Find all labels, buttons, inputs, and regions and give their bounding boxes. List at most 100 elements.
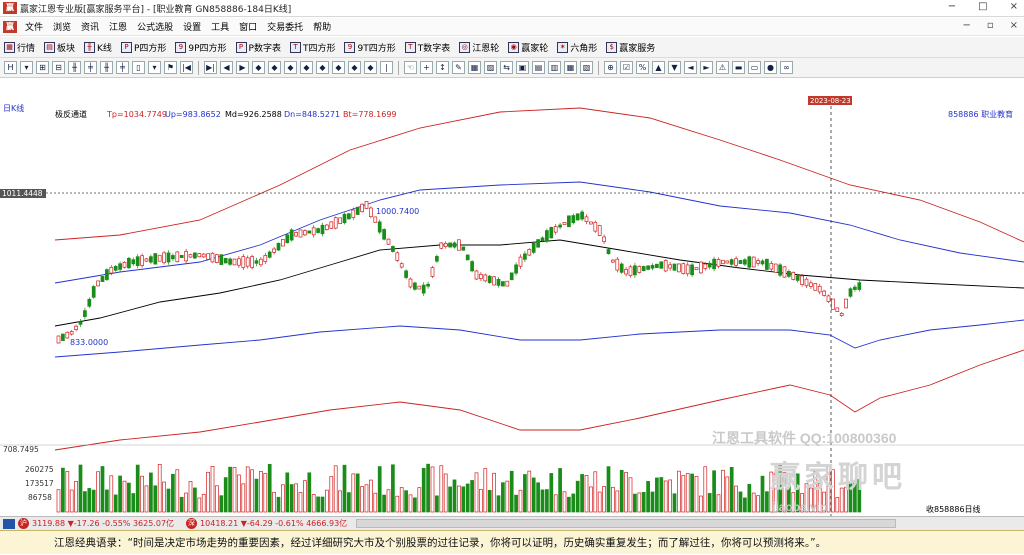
draw-tool-button[interactable]: ▦: [564, 61, 577, 74]
draw-tool-button[interactable]: ⚠: [716, 61, 729, 74]
menu-help[interactable]: 帮助: [308, 20, 336, 33]
menu-browse[interactable]: 浏览: [48, 20, 76, 33]
draw-tool-button[interactable]: H: [4, 61, 17, 74]
toolbar-9t-square-button[interactable]: 9 9T四方形: [344, 41, 396, 54]
draw-tool-button[interactable]: ◆: [316, 61, 329, 74]
menu-gann[interactable]: 江恩: [104, 20, 132, 33]
draw-tool-button[interactable]: ◆: [332, 61, 345, 74]
status-scrollbar[interactable]: [356, 519, 896, 528]
toolbar-quotes-button[interactable]: ▦ 行情: [4, 41, 35, 54]
draw-tool-button[interactable]: ◆: [364, 61, 377, 74]
draw-tool-button[interactable]: ►: [700, 61, 713, 74]
volume-bar: [655, 477, 659, 513]
menu-trade[interactable]: 交易委托: [262, 20, 308, 33]
kline-chart[interactable]: 日K线 极反通道 Tp=1034.7749 Up=983.8652 Md=926…: [0, 78, 1024, 516]
draw-tool-button[interactable]: +: [420, 61, 433, 74]
volume-bar: [729, 467, 734, 513]
volume-axis-3: 86758: [28, 493, 52, 502]
draw-tool-button[interactable]: ⊞: [36, 61, 49, 74]
toolbar-service-button[interactable]: $ 赢家服务: [606, 41, 655, 54]
draw-tool-button[interactable]: ▾: [20, 61, 33, 74]
draw-tool-button[interactable]: ▧: [580, 61, 593, 74]
draw-tool-button[interactable]: ╪: [84, 61, 97, 74]
maximize-button[interactable]: □: [978, 1, 987, 12]
toolbar-gann-wheel-button[interactable]: ◎ 江恩轮: [459, 41, 499, 54]
sh-index-value[interactable]: 3119.88 ▼-17.26 -0.55% 3625.07亿: [32, 518, 174, 529]
draw-tool-button[interactable]: ⇆: [500, 61, 513, 74]
toolbar-p-table-button[interactable]: P P数字表: [235, 41, 281, 54]
menu-file[interactable]: 文件: [20, 20, 48, 33]
menu-window[interactable]: 窗口: [234, 20, 262, 33]
candle-body: [606, 249, 611, 255]
draw-tool-button[interactable]: ▣: [516, 61, 529, 74]
volume-bar: [501, 482, 505, 513]
draw-tool-button[interactable]: ╫: [68, 61, 81, 74]
draw-tool-button[interactable]: ☜: [404, 61, 417, 74]
child-close-button[interactable]: ×: [1010, 20, 1018, 31]
toolbar-9p-square-button[interactable]: 9 9P四方形: [175, 41, 227, 54]
draw-tool-button[interactable]: ∞: [780, 61, 793, 74]
candle-body: [496, 278, 501, 286]
menu-news[interactable]: 资讯: [76, 20, 104, 33]
draw-tool-button[interactable]: ▦: [468, 61, 481, 74]
draw-tool-button[interactable]: ◄: [684, 61, 697, 74]
draw-tool-button[interactable]: ⊟: [52, 61, 65, 74]
draw-tool-button[interactable]: ╪: [116, 61, 129, 74]
toolbar-p-square-button[interactable]: P P四方形: [120, 41, 166, 54]
draw-tool-button[interactable]: ✎: [452, 61, 465, 74]
draw-tool-button[interactable]: ▲: [652, 61, 665, 74]
draw-tool-button[interactable]: ▥: [548, 61, 561, 74]
draw-tool-button[interactable]: ◆: [268, 61, 281, 74]
menu-settings[interactable]: 设置: [178, 20, 206, 33]
toolbar-separator: [598, 60, 599, 75]
toolbar-sector-button[interactable]: ▤ 板块: [44, 41, 75, 54]
draw-tool-button[interactable]: ▶|: [204, 61, 217, 74]
draw-tool-button[interactable]: ↕: [436, 61, 449, 74]
volume-bar: [699, 495, 703, 513]
toolbar-winner-wheel-button[interactable]: ◉ 赢家轮: [508, 41, 548, 54]
volume-bar: [386, 489, 391, 513]
draw-tool-button[interactable]: ◀: [220, 61, 233, 74]
toolbar-t-table-button[interactable]: T T数字表: [404, 41, 451, 54]
draw-tool-button[interactable]: ◆: [300, 61, 313, 74]
draw-tool-button[interactable]: ▭: [748, 61, 761, 74]
candle-body: [848, 288, 853, 297]
draw-tool-button[interactable]: %: [636, 61, 649, 74]
candle-body: [853, 286, 857, 290]
draw-tool-button[interactable]: ╫: [100, 61, 113, 74]
draw-tool-button[interactable]: ▬: [732, 61, 745, 74]
sz-index-value[interactable]: 10418.21 ▼-64.29 -0.61% 4666.93亿: [200, 518, 347, 529]
minimize-button[interactable]: −: [948, 1, 956, 12]
draw-tool-button[interactable]: |: [380, 61, 393, 74]
candle-body: [536, 239, 540, 248]
draw-tool-button[interactable]: ⊕: [604, 61, 617, 74]
draw-tool-button[interactable]: ◆: [348, 61, 361, 74]
child-restore-button[interactable]: ▫: [987, 20, 994, 31]
close-button[interactable]: ×: [1010, 1, 1018, 12]
draw-tool-button[interactable]: ▼: [668, 61, 681, 74]
draw-tool-button[interactable]: ▤: [532, 61, 545, 74]
draw-tool-button[interactable]: ▨: [484, 61, 497, 74]
candle-body: [831, 298, 835, 310]
volume-bar: [637, 492, 642, 513]
candle-body: [307, 230, 312, 234]
draw-tool-button[interactable]: ☑: [620, 61, 633, 74]
draw-tool-button[interactable]: ▯: [132, 61, 145, 74]
volume-bar: [646, 481, 650, 513]
draw-tool-button[interactable]: ●: [764, 61, 777, 74]
toolbar-t-square-button[interactable]: T T四方形: [289, 41, 335, 54]
draw-tool-button[interactable]: |◀: [180, 61, 193, 74]
draw-tool-button[interactable]: ▾: [148, 61, 161, 74]
draw-tool-button[interactable]: ⚑: [164, 61, 177, 74]
toolbar-kline-button[interactable]: ╫ K线: [84, 41, 112, 54]
menu-tools[interactable]: 工具: [206, 20, 234, 33]
candle-body: [153, 253, 158, 265]
menu-formula[interactable]: 公式选股: [132, 20, 178, 33]
draw-tool-button[interactable]: ◆: [252, 61, 265, 74]
toolbar-label: T数字表: [417, 43, 451, 54]
draw-tool-button[interactable]: ▶: [236, 61, 249, 74]
toolbar-hexagon-button[interactable]: ✶ 六角形: [557, 41, 597, 54]
child-minimize-button[interactable]: −: [962, 20, 970, 31]
status-bar: 沪 3119.88 ▼-17.26 -0.55% 3625.07亿 深 1041…: [0, 516, 1024, 530]
draw-tool-button[interactable]: ◆: [284, 61, 297, 74]
